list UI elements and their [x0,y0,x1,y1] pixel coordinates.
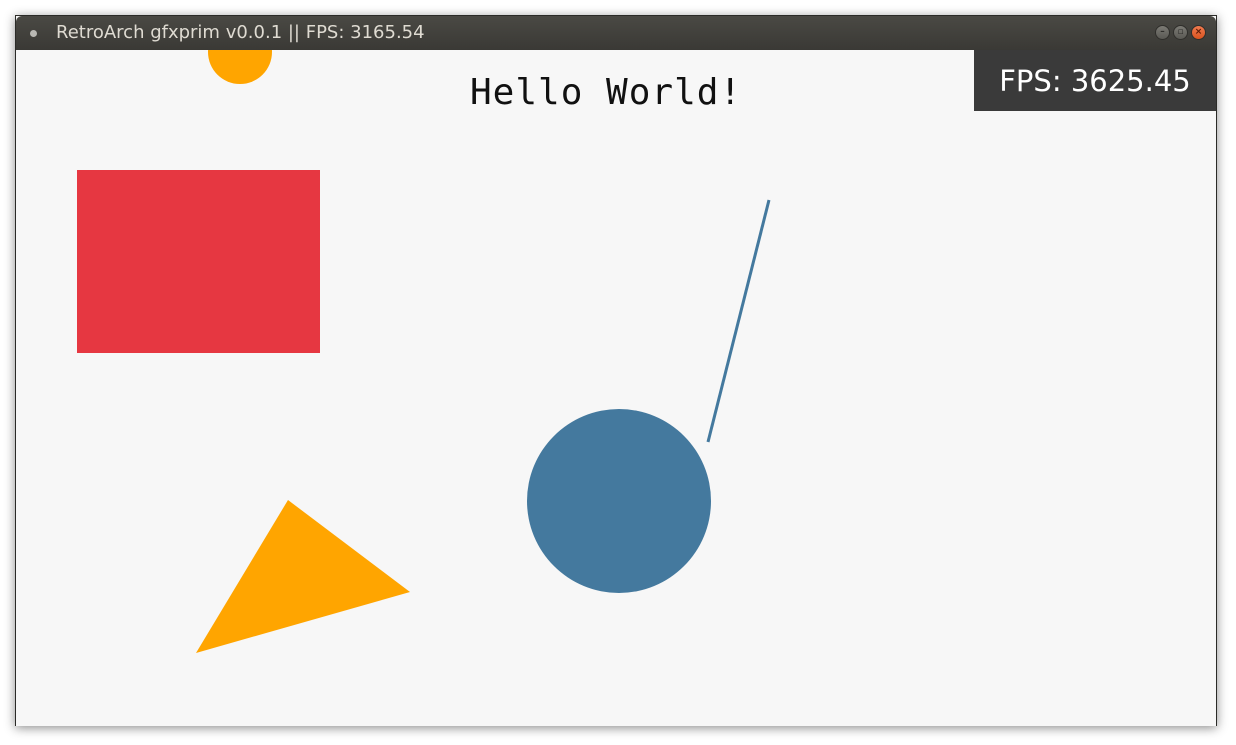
orange-triangle [196,500,410,653]
blue-circle [527,409,711,593]
hello-world-text: Hello World! [470,72,743,113]
maximize-button[interactable]: ▫ [1173,25,1188,40]
render-canvas: Hello World! FPS: 3625.45 [16,50,1216,726]
close-button[interactable]: × [1191,25,1206,40]
retroarch-window: RetroArch gfxprim v0.0.1 || FPS: 3165.54… [15,15,1217,726]
red-rectangle [77,170,320,353]
scene-graphics [77,50,771,653]
fps-overlay: FPS: 3625.45 [974,50,1216,111]
title-bar[interactable]: RetroArch gfxprim v0.0.1 || FPS: 3165.54… [16,16,1216,50]
window-controls: – ▫ × [1155,25,1206,40]
blue-line [706,199,771,443]
orange-circle [208,50,272,84]
minimize-button[interactable]: – [1155,25,1170,40]
window-title: RetroArch gfxprim v0.0.1 || FPS: 3165.54 [56,22,425,43]
window-menu-icon[interactable] [30,30,37,37]
